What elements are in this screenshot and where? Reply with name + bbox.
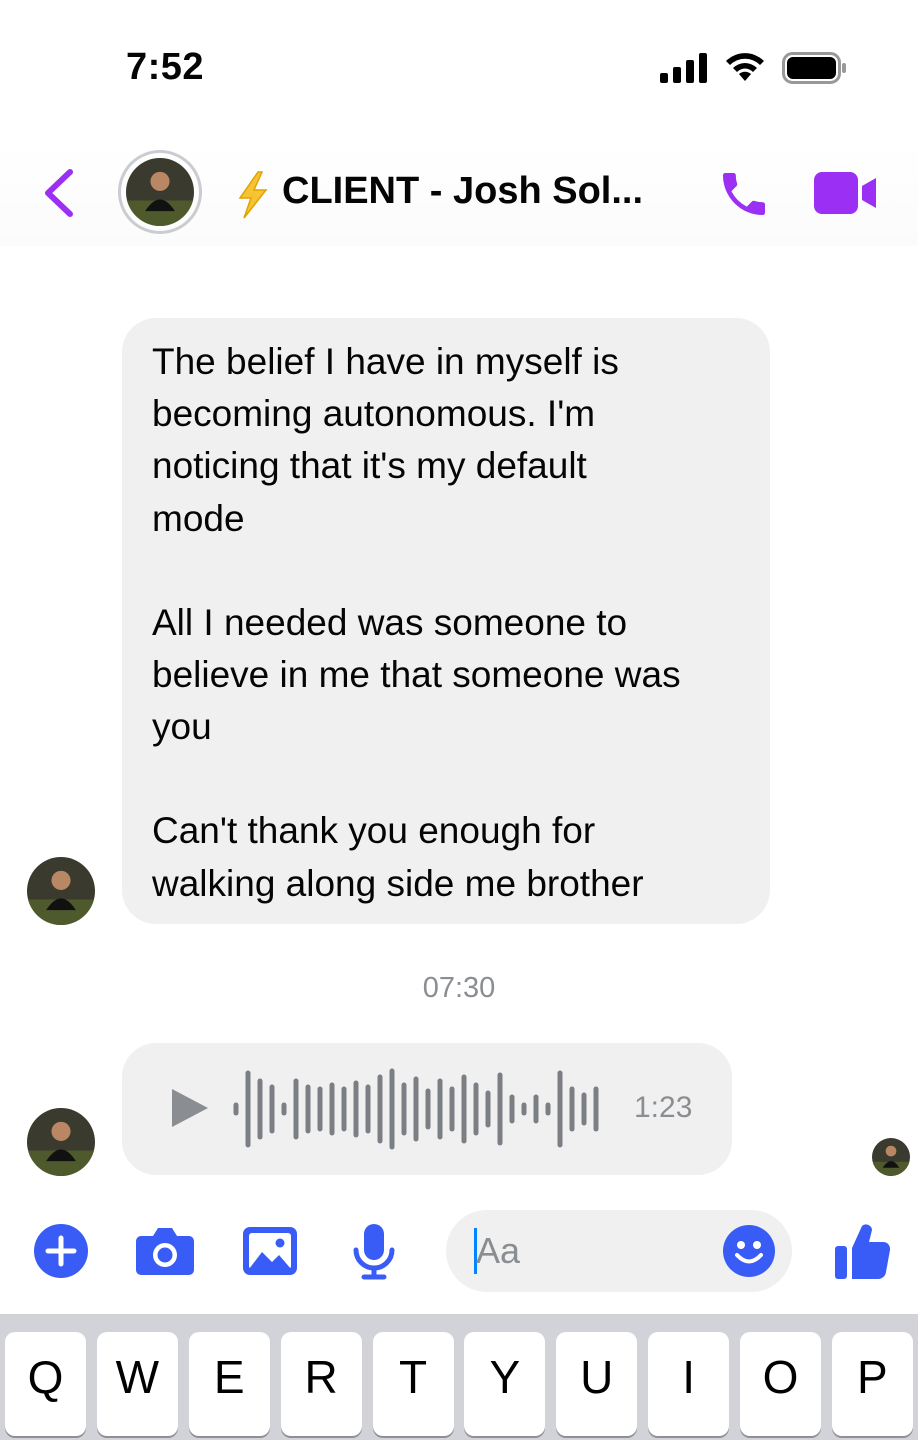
key-i[interactable]: I [648,1332,730,1436]
message-paragraph: The belief I have in myself is becoming … [152,341,619,539]
key-q[interactable]: Q [5,1332,86,1436]
chat-title[interactable]: CLIENT - Josh Sol... [282,170,643,213]
message-paragraph: Can't thank you enough for walking along… [152,810,644,904]
key-y[interactable]: Y [464,1332,546,1436]
key-e[interactable]: E [188,1332,270,1436]
emoji-icon[interactable] [722,1224,776,1278]
waveform [233,1068,599,1150]
text-message-bubble[interactable]: The belief I have in myself is becoming … [122,318,770,924]
contact-avatar[interactable] [118,150,202,234]
key-w[interactable]: W [96,1332,178,1436]
cellular-signal-icon [660,53,707,83]
status-time: 7:52 [126,46,205,88]
sender-avatar[interactable] [27,1108,95,1176]
message-composer [0,1200,918,1310]
voice-duration: 1:23 [634,1091,693,1124]
message-timestamp: 07:30 [422,972,496,1004]
back-chevron-icon[interactable] [40,166,80,220]
sender-avatar[interactable] [27,857,95,925]
voice-message-bubble[interactable]: 1:23 [122,1043,732,1175]
phone-call-icon[interactable] [716,166,772,222]
play-icon[interactable] [172,1089,208,1127]
gallery-icon[interactable] [242,1226,298,1276]
read-receipt-avatar [872,1138,910,1176]
key-t[interactable]: T [372,1332,454,1436]
keyboard: Q W E R T Y U I O P [0,1314,918,1440]
key-u[interactable]: U [556,1332,638,1436]
status-bar: 7:52 [0,0,918,130]
status-icons [660,52,848,84]
wifi-icon [726,53,764,81]
thumbs-up-icon[interactable] [834,1220,892,1280]
video-call-icon[interactable] [814,170,878,216]
key-o[interactable]: O [740,1332,821,1436]
avatar-photo [126,158,194,226]
key-p[interactable]: P [831,1332,913,1436]
chat-header: CLIENT - Josh Sol... [0,140,918,246]
message-input[interactable] [476,1228,706,1274]
battery-icon [782,52,846,84]
message-paragraph: All I needed was someone to believe in m… [152,601,681,748]
camera-icon[interactable] [135,1226,195,1276]
message-input-container[interactable] [446,1210,792,1292]
lightning-bolt-icon [238,171,268,219]
keyboard-row: Q W E R T Y U I O P [0,1332,918,1436]
plus-icon[interactable] [34,1224,88,1278]
microphone-icon[interactable] [352,1224,396,1280]
key-r[interactable]: R [280,1332,362,1436]
